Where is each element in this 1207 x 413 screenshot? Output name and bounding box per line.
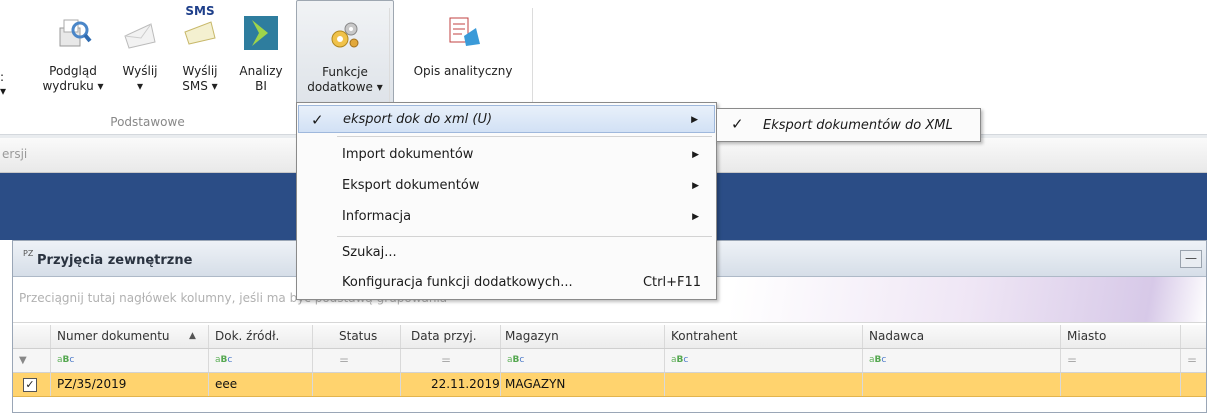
header-miasto[interactable]: Miasto [1061,325,1181,348]
header-magazyn[interactable]: Magazyn [501,325,665,348]
row-checkbox[interactable]: ✓ [13,373,51,396]
menu-item-export-documents[interactable]: Eksport dokumentów ▶ [298,172,715,200]
sms-icon: SMS [181,4,219,48]
send-sms-button[interactable]: SMS Wyślij SMS ▾ [172,0,228,112]
header-numer-dokumentu[interactable]: Numer dokumentu ▲ [51,325,209,348]
cell-numer-dokumentu: PZ/35/2019 [51,373,209,396]
print-preview-button[interactable]: Podgląd wydruku ▾ [30,0,116,112]
submenu-arrow-icon: ▶ [692,150,699,160]
submenu-arrow-icon: ▶ [691,115,698,125]
filter-text-icon[interactable]: aBc [501,349,665,372]
filter-equals-icon[interactable]: = [1061,349,1181,372]
sort-ascending-icon: ▲ [189,331,196,341]
cell-kontrahent [665,373,863,396]
header-dok-zrodl[interactable]: Dok. źródł. [209,325,313,348]
submenu-item-export-xml[interactable]: Eksport dokumentów do XML [763,118,953,133]
filter-text-icon[interactable]: aBc [863,349,1061,372]
menu-item-information[interactable]: Informacja ▶ [298,203,715,231]
submenu-arrow-icon: ▶ [692,181,699,191]
header-data-przyj[interactable]: Data przyj. [401,325,501,348]
filter-text-icon[interactable]: aBc [665,349,863,372]
filter-equals-icon[interactable]: = [401,349,501,372]
cell-miasto [1061,373,1181,396]
ribbon-cut-marker: : ▾ [0,70,7,98]
envelope-icon [124,23,156,49]
header-nadawca[interactable]: Nadawca [863,325,1061,348]
minimize-button[interactable]: — [1180,250,1202,268]
cell-status [313,373,401,396]
header-kontrahent[interactable]: Kontrahent [665,325,863,348]
export-xml-submenu: ✓ Eksport dokumentów do XML [716,108,981,142]
checkmark-icon: ✓ [731,115,744,133]
cell-dok-zrodl: eee [209,373,313,396]
filter-funnel-icon[interactable]: ▼ [13,349,51,372]
analytical-description-icon [449,17,480,46]
grid-filter-row: ▼ aBc aBc = = aBc aBc aBc = = [13,349,1206,373]
header-status[interactable]: Status [313,325,401,348]
window-badge: PZ [23,249,34,258]
version-strip-text: ersji [2,147,28,161]
menu-item-search[interactable]: Szukaj... [298,239,715,267]
menu-item-import-documents[interactable]: Import dokumentów ▶ [298,141,715,169]
submenu-arrow-icon: ▶ [692,212,699,222]
additional-functions-button[interactable]: Funkcje dodatkowe ▾ [296,0,394,112]
ribbon-group-label: Podstawowe [110,115,185,129]
menu-shortcut: Ctrl+F11 [642,275,701,290]
send-button[interactable]: Wyślij ▾ [112,0,168,112]
print-preview-icon [59,19,92,47]
table-row[interactable]: ✓ PZ/35/2019 eee 22.11.2019 MAGAZYN [13,373,1206,397]
bi-chevron-icon [244,16,278,50]
analytics-bi-button[interactable]: Analizy BI [234,0,288,112]
menu-item-configure-functions[interactable]: Konfiguracja funkcji dodatkowych... Ctrl… [298,269,715,297]
filter-equals-icon[interactable]: = [1181,349,1207,372]
filter-text-icon[interactable]: aBc [51,349,209,372]
menu-item-export-xml[interactable]: ✓ eksport dok do xml (U) ▶ [298,105,715,133]
gears-icon [331,22,359,48]
menu-separator [337,136,712,137]
analytical-description-button[interactable]: Opis analityczny [398,0,528,112]
filter-equals-icon[interactable]: = [313,349,401,372]
cell-magazyn: MAGAZYN [501,373,665,396]
cell-nadawca [863,373,1061,396]
window-title: Przyjęcia zewnętrzne [37,253,193,268]
checkmark-icon: ✓ [23,378,37,392]
header-select-cell [13,325,51,348]
menu-separator [337,236,712,237]
checkmark-icon: ✓ [311,111,324,129]
grid-header-row: Numer dokumentu ▲ Dok. źródł. Status Dat… [13,325,1206,349]
cell-data-przyj: 22.11.2019 [401,373,501,396]
filter-text-icon[interactable]: aBc [209,349,313,372]
additional-functions-menu: ✓ eksport dok do xml (U) ▶ Import dokume… [296,102,717,300]
